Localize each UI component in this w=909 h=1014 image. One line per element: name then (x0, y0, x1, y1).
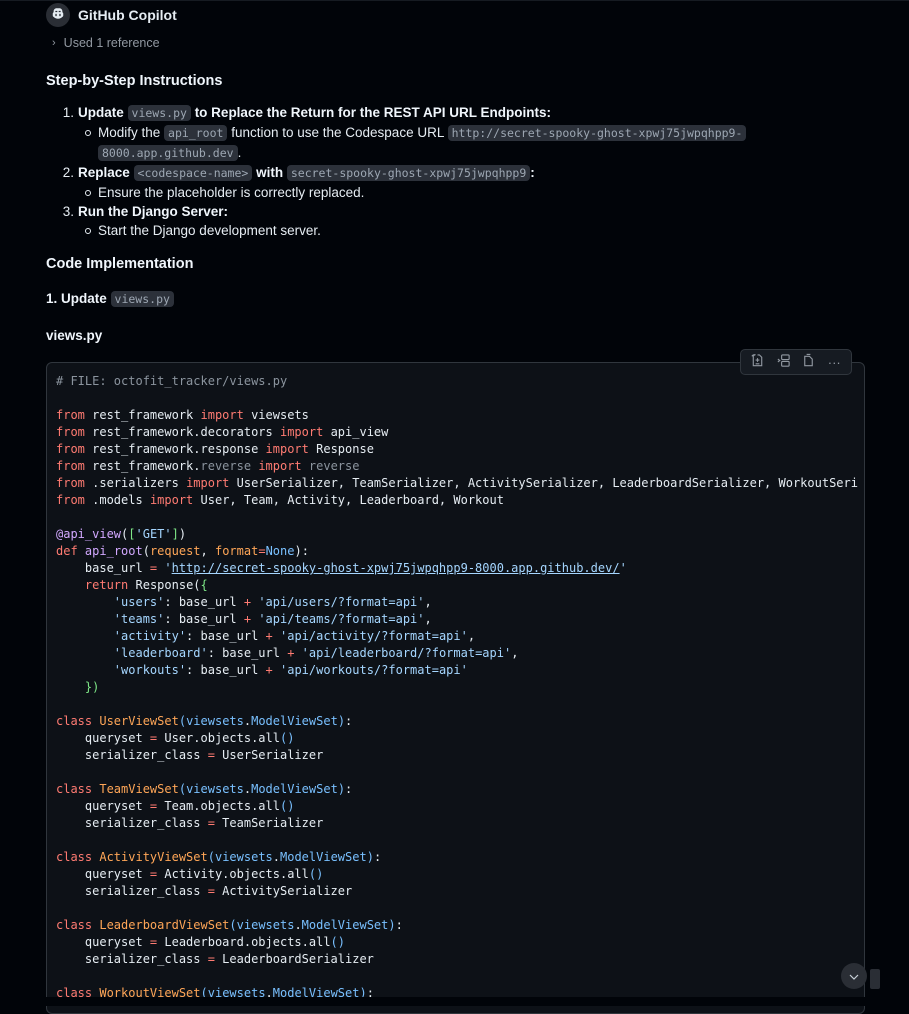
header-title: GitHub Copilot (78, 7, 177, 23)
code-line: from .models import User, Team, Activity… (56, 493, 504, 507)
sub-item: Ensure the placeholder is correctly repl… (46, 183, 846, 202)
code-line: return Response({ (84, 578, 208, 592)
step-bold: Run the Django Server: (78, 204, 229, 219)
code-line: 'activity': base_url + 'api/activity/?fo… (113, 629, 476, 643)
code-content[interactable]: # FILE: octofit_tracker/views.py from re… (47, 363, 864, 1012)
code-line: from rest_framework.reverse import rever… (56, 459, 360, 473)
insert-icon (776, 353, 791, 371)
more-icon: ··· (827, 354, 841, 370)
code-line: 'users': base_url + 'api/users/?format=a… (113, 595, 432, 609)
inline-code: 8000.app.github.dev (98, 145, 238, 161)
code-line: class LeaderboardViewSet(viewsets.ModelV… (56, 918, 403, 932)
more-options-button[interactable]: ··· (823, 351, 845, 373)
inline-code: views.py (127, 105, 191, 121)
scrollbar-thumb[interactable] (870, 969, 880, 989)
step-item: 3. Run the Django Server: (46, 202, 846, 221)
step-bold: Update (78, 105, 124, 120)
copilot-avatar (46, 3, 70, 27)
code-line: @api_view(['GET']) (56, 527, 187, 541)
steps-list: 1. Update views.py to Replace the Return… (46, 103, 846, 240)
file-label: views.py (46, 328, 103, 343)
chevron-right-icon: › (52, 37, 56, 49)
instructions-heading: Step-by-Step Instructions (46, 73, 223, 89)
sub-text: function to use the Codespace URL (231, 125, 444, 140)
step-number: 1. (62, 105, 74, 120)
code-line: serializer_class = LeaderboardSerializer (56, 952, 374, 966)
insert-at-cursor-button[interactable] (772, 351, 794, 373)
sub-item: Start the Django development server. (46, 221, 846, 240)
inline-code: views.py (110, 291, 174, 307)
cut-off-content (0, 997, 909, 1006)
update-heading: 1. Update views.py (46, 291, 174, 307)
code-toolbar: ··· (740, 349, 852, 375)
code-line: from .serializers import UserSerializer,… (56, 476, 858, 490)
apply-icon (750, 353, 765, 371)
used-references-toggle[interactable]: › Used 1 reference (52, 36, 160, 50)
sub-text: . (237, 145, 242, 160)
code-line: from rest_framework import viewsets (56, 408, 309, 422)
code-line: # FILE: octofit_tracker/views.py (56, 374, 288, 388)
step-item: 2. Replace <codespace-name> with secret-… (46, 163, 846, 183)
code-line: queryset = Team.objects.all() (56, 799, 295, 813)
step-bold: to Replace the Return for the REST API U… (194, 105, 551, 120)
code-line: queryset = User.objects.all() (56, 731, 295, 745)
code-line: from rest_framework.decorators import ap… (56, 425, 389, 439)
references-label: Used 1 reference (63, 36, 160, 50)
copy-icon (801, 353, 816, 371)
code-line: from rest_framework.response import Resp… (56, 442, 374, 456)
code-line: serializer_class = UserSerializer (56, 748, 324, 762)
code-block[interactable]: # FILE: octofit_tracker/views.py from re… (46, 362, 865, 1014)
inline-code: api_root (164, 125, 228, 141)
sub-text: Modify the (98, 125, 161, 140)
scroll-to-bottom-button[interactable] (841, 963, 867, 989)
chevron-down-icon (849, 967, 859, 985)
code-line: queryset = Activity.objects.all() (56, 867, 324, 881)
top-divider (0, 0, 909, 1)
code-implementation-heading: Code Implementation (46, 256, 194, 272)
inline-code: secret-spooky-ghost-xpwj75jwpqhpp9 (286, 165, 531, 181)
code-line: base_url = 'http://secret-spooky-ghost-x… (56, 561, 627, 575)
code-line: }) (84, 680, 100, 694)
step-bold: Replace (78, 165, 130, 180)
update-prefix: 1. Update (46, 291, 107, 306)
code-line: 'workouts': base_url + 'api/workouts/?fo… (113, 663, 468, 677)
sub-item: Modify the api_root function to use the … (46, 123, 846, 163)
code-line: 'teams': base_url + 'api/teams/?format=a… (113, 612, 432, 626)
step-bold: with (256, 165, 284, 180)
copy-button[interactable] (798, 351, 820, 373)
code-line: queryset = Leaderboard.objects.all() (56, 935, 346, 949)
code-line: class TeamViewSet(viewsets.ModelViewSet)… (56, 782, 353, 796)
code-line: class ActivityViewSet(viewsets.ModelView… (56, 850, 382, 864)
inline-code: http://secret-spooky-ghost-xpwj75jwpqhpp… (447, 125, 747, 141)
inline-code: <codespace-name> (133, 165, 253, 181)
code-line: def api_root(request, format=None): (56, 544, 309, 558)
apply-in-editor-button[interactable] (747, 351, 769, 373)
code-line: class UserViewSet(viewsets.ModelViewSet)… (56, 714, 353, 728)
code-line: 'leaderboard': base_url + 'api/leaderboa… (113, 646, 519, 660)
step-number: 2. (62, 165, 74, 180)
step-number: 3. (62, 204, 74, 219)
copilot-icon (51, 6, 65, 25)
step-bold: : (530, 165, 535, 180)
code-line: serializer_class = ActivitySerializer (56, 884, 353, 898)
step-item: 1. Update views.py to Replace the Return… (46, 103, 846, 123)
response-header: GitHub Copilot (46, 3, 177, 27)
code-line: serializer_class = TeamSerializer (56, 816, 324, 830)
